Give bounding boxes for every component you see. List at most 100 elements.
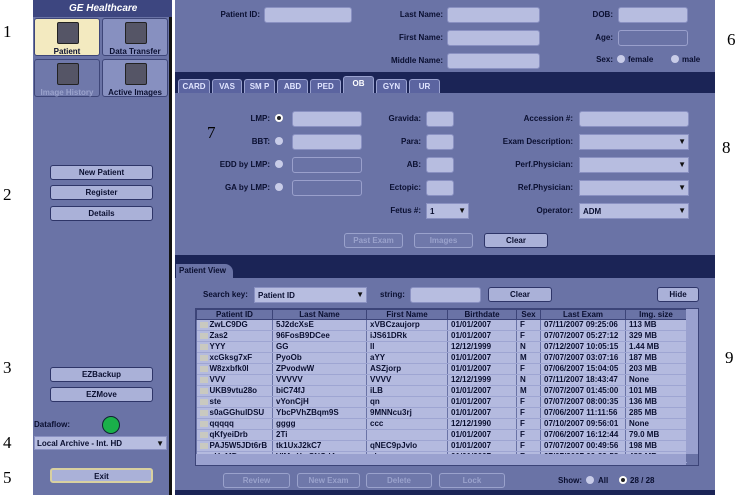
table-row[interactable]: xcGksg7xF PyoOb aYY 01/01/2007 M 07/07/2007 0…	[196, 352, 687, 364]
table-row[interactable]: YYY GG ll 12/12/1999 N 07/12/2007 10:05:15 1.4…	[196, 341, 687, 353]
new-patient-button[interactable]: New Patient	[50, 165, 153, 180]
male-radio[interactable]	[671, 55, 679, 63]
ezmove-button[interactable]: EZMove	[50, 387, 153, 402]
female-radio[interactable]	[617, 55, 625, 63]
new-exam-button[interactable]: New Exam	[297, 473, 360, 488]
table-row[interactable]: s0aGGhulDSU YbcPVhZBqm9S 9MNNcu3rj 01/01/20…	[196, 407, 687, 419]
gravida-input[interactable]	[426, 111, 454, 127]
table-cell: YbcPVhZBqm9S	[272, 407, 367, 419]
tab-gyn[interactable]: GYN	[376, 79, 407, 93]
fetus-select[interactable]: 1	[426, 203, 469, 219]
dob-input[interactable]	[618, 7, 688, 23]
tab-patient-view[interactable]: Patient View	[176, 264, 233, 278]
accession-input[interactable]	[579, 111, 689, 127]
edd-radio[interactable]	[275, 160, 283, 168]
table-cell: iLB	[366, 385, 448, 397]
cell-text: biC74fJ	[276, 386, 305, 395]
show-count-radio[interactable]	[619, 476, 627, 484]
table-cell: 198 MB	[625, 440, 687, 452]
last-name-input[interactable]	[447, 7, 540, 23]
lmp-input[interactable]	[292, 111, 362, 127]
search-key-select[interactable]: Patient ID	[254, 287, 367, 303]
dataflow-select[interactable]: Local Archive - Int. HD	[34, 436, 167, 450]
images-button[interactable]: Images	[414, 233, 473, 248]
table-cell: vYonCjH	[272, 396, 367, 408]
cell-text: F	[520, 364, 525, 373]
column-header[interactable]: Img. size	[625, 309, 687, 320]
table-cell: 113 MB	[625, 319, 687, 331]
edd-label: EDD by LMP:	[219, 160, 270, 169]
operator-select[interactable]: ADM	[579, 203, 689, 219]
column-header[interactable]: Patient ID	[196, 309, 273, 320]
bbt-input[interactable]	[292, 134, 362, 150]
tile-patient[interactable]: Patient	[34, 18, 100, 56]
table-row[interactable]: VVV VVVVV VVVV 12/12/1999 N 07/11/2007 18:43:…	[196, 374, 687, 386]
review-button[interactable]: Review	[223, 473, 290, 488]
register-button[interactable]: Register	[50, 185, 153, 200]
search-clear-button[interactable]: Clear	[488, 287, 552, 302]
table-cell: 9MNNcu3rj	[366, 407, 448, 419]
table-cell: F	[516, 319, 541, 331]
tab-ped[interactable]: PED	[310, 79, 341, 93]
cell-text: F	[520, 430, 525, 439]
tile-active-images[interactable]: Active Images	[102, 59, 168, 97]
cell-text: 12/12/1990	[451, 419, 492, 428]
exit-button[interactable]: Exit	[50, 468, 153, 483]
tab-abd[interactable]: ABD	[277, 79, 308, 93]
table-cell	[366, 429, 448, 441]
show-all-radio[interactable]	[586, 476, 594, 484]
cell-text: 01/01/2007	[451, 364, 492, 373]
column-header[interactable]: First Name	[366, 309, 448, 320]
column-header[interactable]: Sex	[516, 309, 541, 320]
folder-icon	[199, 377, 208, 383]
lmp-radio[interactable]	[275, 114, 283, 122]
column-header[interactable]: Last Exam	[540, 309, 626, 320]
middle-name-input[interactable]	[447, 53, 540, 69]
patient-id-input[interactable]	[264, 7, 352, 23]
ob-clear-button[interactable]: Clear	[484, 233, 548, 248]
tab-ur[interactable]: UR	[409, 79, 440, 93]
vertical-scrollbar[interactable]	[686, 309, 698, 454]
ab-input[interactable]	[426, 157, 454, 173]
details-button[interactable]: Details	[50, 206, 153, 221]
table-row[interactable]: qqqqq gggg ccc 12/12/1990 F 07/10/2007 09:56:…	[196, 418, 687, 430]
ectopic-input[interactable]	[426, 180, 454, 196]
bbt-radio[interactable]	[275, 137, 283, 145]
first-name-input[interactable]	[447, 30, 540, 46]
ga-radio[interactable]	[275, 183, 283, 191]
delete-button[interactable]: Delete	[366, 473, 432, 488]
tab-ob[interactable]: OB	[343, 76, 374, 93]
horizontal-scrollbar[interactable]	[196, 454, 686, 465]
table-row[interactable]: PAJ5W5JDt6rB tk1UxJ2kC7 qNEC9pJvlo 01/01/20…	[196, 440, 687, 452]
table-cell: None	[625, 418, 687, 430]
cell-text: 07/06/2007 16:12:44	[544, 430, 619, 439]
lock-button[interactable]: Lock	[439, 473, 505, 488]
table-cell: F	[516, 418, 541, 430]
tile-data-transfer[interactable]: Data Transfer	[102, 18, 168, 56]
folder-icon	[199, 355, 208, 361]
column-header[interactable]: Birthdate	[447, 309, 517, 320]
cell-text: qn	[370, 397, 380, 406]
table-row[interactable]: ZwLC9DG 5J2dcXsE xVBCzaujorp 01/01/2007 F 07/…	[196, 319, 687, 331]
table-cell: qqqqq	[196, 418, 273, 430]
table-row[interactable]: qKfyeiDrb 2Ti 01/01/2007 F 07/06/2007 16:12:…	[196, 429, 687, 441]
table-row[interactable]: W8zxbfk0l ZPvodwW ASZjorp 01/01/2007 F 07/06/…	[196, 363, 687, 375]
cell-text: vYonCjH	[276, 397, 309, 406]
perf-physician-select[interactable]	[579, 157, 689, 173]
tile-image-history[interactable]: Image History	[34, 59, 100, 97]
para-input[interactable]	[426, 134, 454, 150]
search-string-input[interactable]	[410, 287, 481, 303]
table-row[interactable]: ste vYonCjH qn 01/01/2007 F 07/07/2007 08:00:…	[196, 396, 687, 408]
tab-vas[interactable]: VAS	[212, 79, 242, 93]
table-row[interactable]: Zas2 96FosB9DCee iJS61DRk 01/01/2007 F 07/07/…	[196, 330, 687, 342]
past-exam-button[interactable]: Past Exam	[344, 233, 403, 248]
tab-card[interactable]: CARD	[178, 79, 210, 93]
exam-description-select[interactable]	[579, 134, 689, 150]
ezbackup-button[interactable]: EZBackup	[50, 367, 153, 382]
hide-button[interactable]: Hide	[657, 287, 699, 302]
table-row[interactable]: UKB9vtu28o biC74fJ iLB 01/01/2007 M 07/07/200…	[196, 385, 687, 397]
marker-1: 1	[3, 22, 12, 41]
ref-physician-select[interactable]	[579, 180, 689, 196]
column-header[interactable]: Last Name	[272, 309, 367, 320]
tab-smp[interactable]: SM P	[244, 79, 275, 93]
